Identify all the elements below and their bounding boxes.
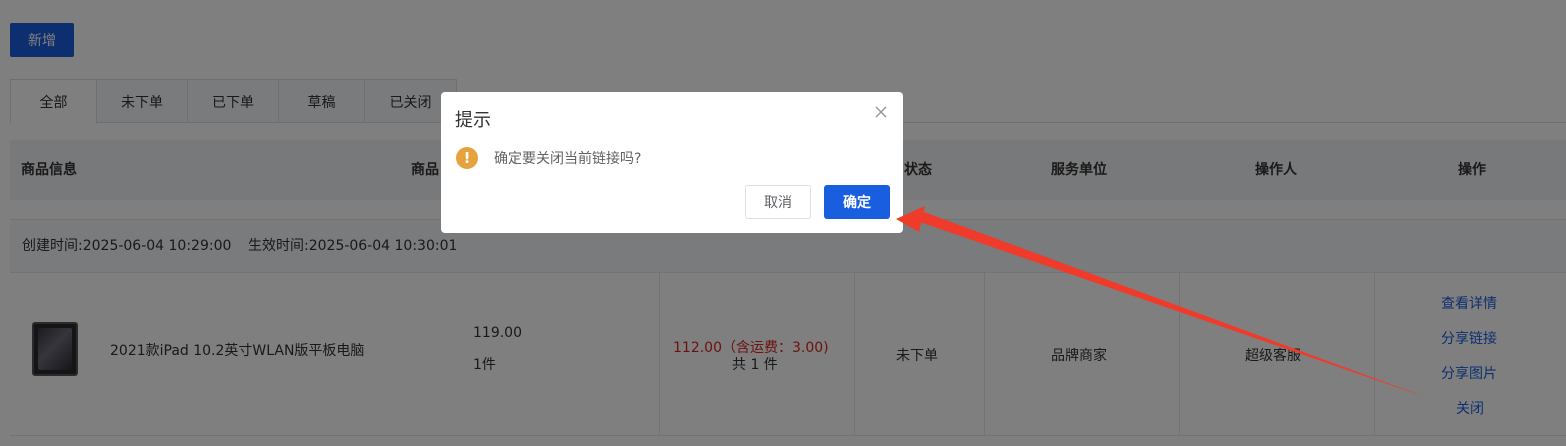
confirm-button[interactable]: 确定 <box>824 185 890 219</box>
cancel-button[interactable]: 取消 <box>745 185 811 219</box>
warning-icon: ! <box>456 147 478 169</box>
dialog-title: 提示 <box>455 110 491 131</box>
confirm-dialog: 提示 ! 确定要关闭当前链接吗? 取消 确定 <box>441 92 903 233</box>
close-icon[interactable] <box>873 104 889 120</box>
dialog-message: 确定要关闭当前链接吗? <box>494 151 642 167</box>
